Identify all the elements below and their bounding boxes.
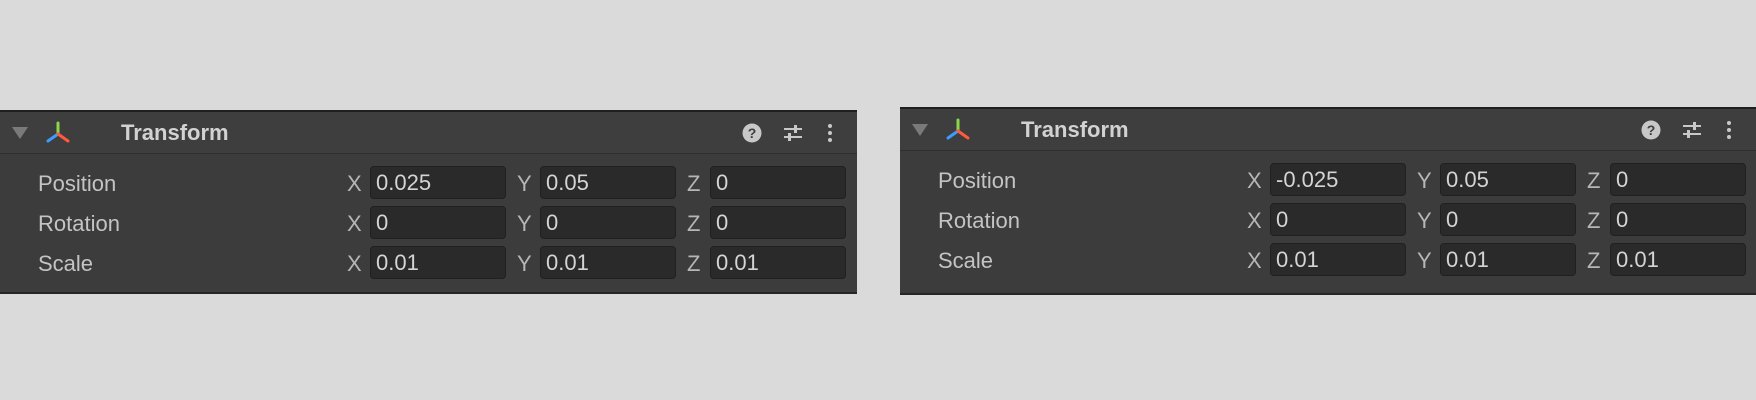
rotation-x-axis-label[interactable]: X [1247,208,1262,234]
rotation-z-field[interactable]: 0 [1610,203,1746,236]
rotation-y-axis-label[interactable]: Y [1417,208,1432,234]
component-title: Transform [121,120,229,145]
position-x-field[interactable]: 0.025 [370,166,506,199]
scale-row: Scale X 0.01 Y 0.01 Z 0.01 [0,244,857,284]
rotation-x-field[interactable]: 0 [1270,203,1406,236]
component-header[interactable]: Transform ? [0,112,857,154]
position-y-axis-label[interactable]: Y [517,171,532,197]
transform-axes-icon [46,121,70,143]
scale-x-axis-label[interactable]: X [347,251,362,277]
position-y-axis-label[interactable]: Y [1417,168,1432,194]
presets-sliders-icon[interactable] [1681,119,1703,141]
scale-y-field[interactable]: 0.01 [540,246,676,279]
svg-text:?: ? [1647,122,1656,138]
transform-axes-icon [946,118,970,140]
transform-component-left: Transform ? Position X 0.025 Y 0.05 Z 0 … [0,110,857,294]
scale-z-field[interactable]: 0.01 [1610,243,1746,276]
scale-y-field[interactable]: 0.01 [1440,243,1576,276]
rotation-z-field[interactable]: 0 [710,206,846,239]
position-x-axis-label[interactable]: X [347,171,362,197]
position-y-field[interactable]: 0.05 [1440,163,1576,196]
position-z-axis-label[interactable]: Z [687,171,700,197]
rotation-row: Rotation X 0 Y 0 Z 0 [900,201,1756,241]
rotation-z-axis-label[interactable]: Z [687,211,700,237]
rotation-x-field[interactable]: 0 [370,206,506,239]
scale-label[interactable]: Scale [38,251,93,277]
position-label[interactable]: Position [38,171,116,197]
scale-x-field[interactable]: 0.01 [1270,243,1406,276]
scale-y-axis-label[interactable]: Y [1417,248,1432,274]
rotation-label[interactable]: Rotation [938,208,1020,234]
position-y-field[interactable]: 0.05 [540,166,676,199]
position-z-axis-label[interactable]: Z [1587,168,1600,194]
position-x-field[interactable]: -0.025 [1270,163,1406,196]
help-icon[interactable]: ? [741,122,763,144]
kebab-menu-icon[interactable] [1718,119,1740,141]
help-icon[interactable]: ? [1640,119,1662,141]
position-z-field[interactable]: 0 [1610,163,1746,196]
scale-y-axis-label[interactable]: Y [517,251,532,277]
rotation-z-axis-label[interactable]: Z [1587,208,1600,234]
rotation-y-field[interactable]: 0 [1440,203,1576,236]
position-row: Position X -0.025 Y 0.05 Z 0 [900,161,1756,201]
scale-row: Scale X 0.01 Y 0.01 Z 0.01 [900,241,1756,281]
position-z-field[interactable]: 0 [710,166,846,199]
component-title: Transform [1021,117,1129,142]
scale-x-axis-label[interactable]: X [1247,248,1262,274]
rotation-y-axis-label[interactable]: Y [517,211,532,237]
scale-x-field[interactable]: 0.01 [370,246,506,279]
presets-sliders-icon[interactable] [782,122,804,144]
rotation-y-field[interactable]: 0 [540,206,676,239]
component-header[interactable]: Transform ? [900,109,1756,151]
kebab-menu-icon[interactable] [819,122,841,144]
foldout-triangle-icon[interactable] [12,127,28,139]
scale-z-field[interactable]: 0.01 [710,246,846,279]
foldout-triangle-icon[interactable] [912,124,928,136]
position-label[interactable]: Position [938,168,1016,194]
rotation-row: Rotation X 0 Y 0 Z 0 [0,204,857,244]
position-x-axis-label[interactable]: X [1247,168,1262,194]
scale-label[interactable]: Scale [938,248,993,274]
scale-z-axis-label[interactable]: Z [1587,248,1600,274]
scale-z-axis-label[interactable]: Z [687,251,700,277]
svg-text:?: ? [748,125,757,141]
position-row: Position X 0.025 Y 0.05 Z 0 [0,164,857,204]
rotation-label[interactable]: Rotation [38,211,120,237]
rotation-x-axis-label[interactable]: X [347,211,362,237]
transform-component-right: Transform ? Position X -0.025 Y 0.05 Z 0… [900,107,1756,295]
